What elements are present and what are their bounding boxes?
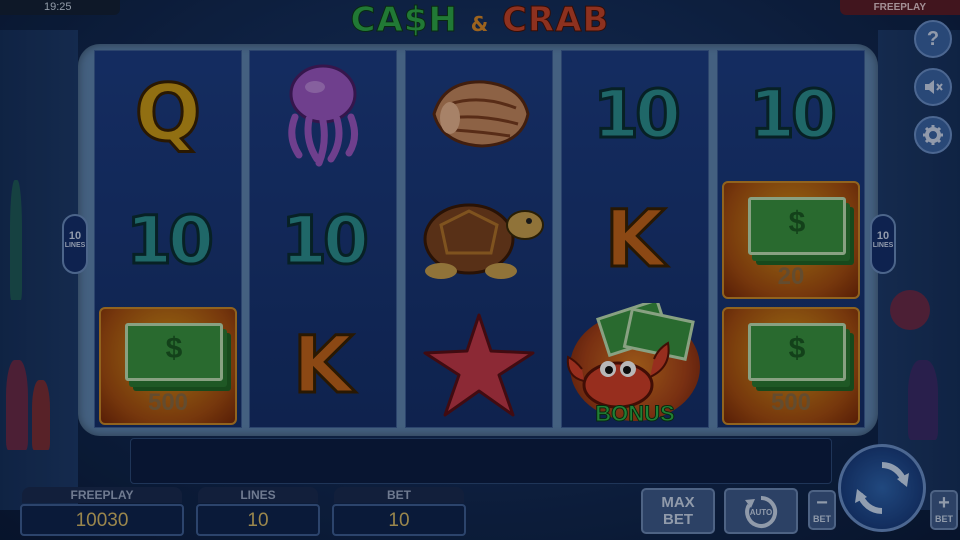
reel-1-cell-2: 10 (95, 177, 241, 303)
reel-2-cell-3: K (250, 303, 396, 429)
logo-cash: CA$H (350, 0, 458, 41)
cash-value: 20 (777, 263, 805, 290)
reel-3 (405, 50, 553, 428)
reel-2: 10 K (249, 50, 397, 428)
auto-label: AUTO (749, 508, 773, 517)
spin-icon (855, 462, 909, 514)
reel-1: Q 10 $ 500 (94, 50, 242, 428)
lines-badge-right: 10 LINES (870, 214, 896, 274)
cash-tile: $ 20 (722, 181, 860, 299)
max-bet-top-label: MAX (661, 494, 695, 511)
reel-2-cell-2: 10 (250, 177, 396, 303)
lines-badge-number: 10 (876, 230, 890, 242)
starfish-icon (423, 313, 535, 417)
max-bet-button[interactable]: MAX BET (641, 488, 715, 534)
sound-button[interactable] (914, 68, 952, 106)
bet-label: BET (334, 487, 464, 503)
bet-decrease-label: BET (813, 514, 831, 524)
lines-badge-left: 10 LINES (62, 214, 88, 274)
game-logo: CA$H & CRAB (330, 0, 630, 42)
plus-icon: + (938, 492, 950, 514)
reel-4-cell-1: 10 (562, 51, 708, 177)
spin-button[interactable] (838, 444, 926, 532)
mode-indicator: FREEPLAY (840, 0, 960, 15)
seashell-icon (432, 80, 530, 148)
ten-icon: 10 (748, 74, 839, 154)
reel-5-cell-3: $ 500 (718, 303, 864, 429)
cash-value: 500 (147, 389, 189, 416)
reel-3-cell-2 (406, 177, 552, 303)
cash-stack-icon: $ (125, 323, 223, 381)
reel-5-cell-1: 10 (718, 51, 864, 177)
reel-1-cell-1: Q (95, 51, 241, 177)
cash-stack-icon: $ (748, 323, 846, 381)
lines-label: LINES (198, 487, 318, 503)
cash-tile: $ 500 (722, 307, 860, 425)
reel-1-cell-3: $ 500 (95, 303, 241, 429)
freeplay-balance: 10030 (20, 504, 184, 536)
speaker-mute-icon (925, 80, 943, 94)
ten-icon: 10 (125, 200, 216, 280)
logo-amp: & (470, 12, 490, 36)
bet-increase-button[interactable]: + BET (930, 490, 958, 530)
jellyfish-icon (288, 64, 358, 167)
help-button[interactable]: ? (914, 20, 952, 58)
lines-badge-number: 10 (68, 230, 82, 242)
minus-icon: − (816, 492, 828, 514)
logo-crab: CRAB (502, 0, 610, 41)
ten-icon: 10 (592, 74, 683, 154)
lines-value[interactable]: 10 (196, 504, 320, 536)
reel-4-cell-3: BONUS (562, 303, 708, 429)
k-icon: K (603, 194, 666, 287)
lines-badge-label: LINES (64, 242, 86, 249)
reel-5: 10 $ 20 $ 500 (717, 50, 865, 428)
message-bar (130, 438, 832, 484)
cash-stack-icon: $ (748, 197, 846, 255)
bet-increase-label: BET (935, 514, 953, 524)
q-icon: Q (133, 68, 202, 161)
settings-button[interactable] (914, 116, 952, 154)
cash-tile: $ 500 (99, 307, 237, 425)
max-bet-bottom-label: BET (663, 511, 693, 528)
bonus-label: BONUS (595, 401, 675, 427)
reel-5-cell-2: $ 20 (718, 177, 864, 303)
reel-3-cell-1 (406, 51, 552, 177)
bet-decrease-button[interactable]: − BET (808, 490, 836, 530)
turtle-icon (423, 203, 544, 279)
gear-icon (923, 125, 943, 145)
reel-2-cell-1 (250, 51, 396, 177)
freeplay-label: FREEPLAY (22, 487, 182, 503)
lines-badge-label: LINES (872, 242, 894, 249)
reel-4-cell-2: K (562, 177, 708, 303)
k-icon: K (291, 320, 354, 413)
reel-4: 10 K BONUS (561, 50, 709, 428)
clock: 19:25 (0, 0, 120, 15)
ten-icon: 10 (280, 200, 371, 280)
cash-value: 500 (770, 389, 812, 416)
auto-spin-button[interactable]: AUTO (724, 488, 798, 534)
bet-value[interactable]: 10 (332, 504, 466, 536)
reel-3-cell-3 (406, 303, 552, 429)
